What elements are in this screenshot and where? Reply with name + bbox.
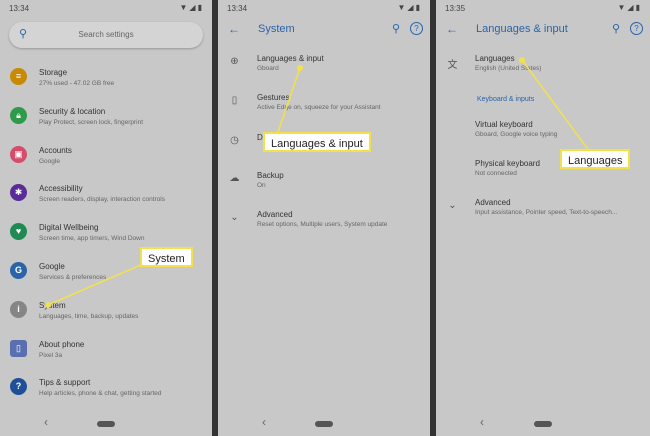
callout-dot-system bbox=[45, 302, 51, 308]
callout-lines bbox=[45, 57, 591, 308]
callout-line-languages-input bbox=[275, 67, 301, 139]
callout-line-system bbox=[47, 260, 151, 306]
callout-dot-languages bbox=[519, 57, 525, 63]
callout-line-languages bbox=[521, 59, 591, 153]
callout-dot-languages-input bbox=[297, 65, 303, 71]
callout-languages: Languages bbox=[560, 149, 631, 169]
callout-system: System bbox=[140, 247, 193, 267]
callout-languages-input: Languages & input bbox=[263, 132, 371, 152]
